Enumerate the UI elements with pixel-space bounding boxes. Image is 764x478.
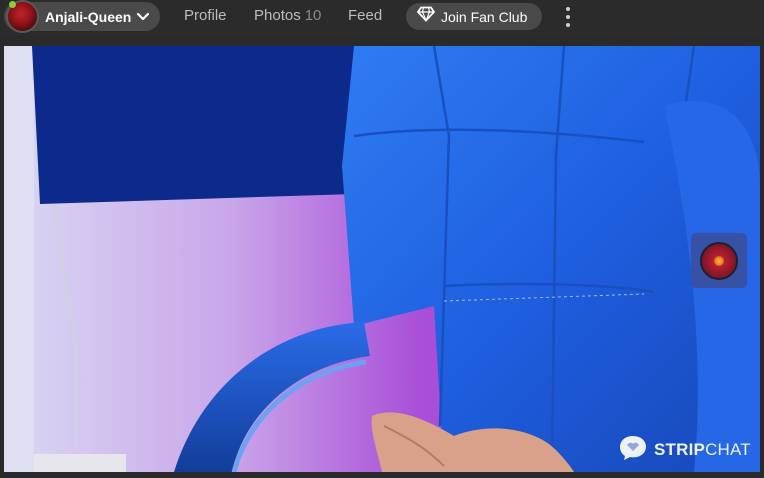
join-fan-club-button[interactable]: Join Fan Club — [406, 3, 542, 30]
fortune-wheel-icon — [700, 241, 738, 280]
video-frame — [4, 46, 760, 472]
chat-bubble-logo-icon — [618, 434, 648, 465]
menu-dot — [566, 23, 570, 27]
model-profile-dropdown[interactable]: Anjali-Queen — [4, 0, 160, 33]
avatar[interactable] — [6, 0, 39, 33]
menu-dot — [566, 15, 570, 19]
model-username: Anjali-Queen — [45, 8, 132, 25]
brand-chat: CHAT — [705, 439, 751, 459]
chevron-down-icon — [137, 12, 150, 21]
kebab-menu-icon[interactable] — [561, 7, 575, 27]
join-fan-club-label: Join Fan Club — [441, 8, 528, 25]
live-video-stream[interactable] — [4, 46, 760, 472]
photos-count: 10 — [304, 7, 322, 24]
bottom-strip — [0, 472, 764, 478]
nav-profile-link[interactable]: Profile — [184, 7, 227, 24]
top-bar: Anjali-Queen Profile Photos 10 Feed Join … — [0, 0, 764, 36]
brand-strip: STRIP — [654, 439, 706, 459]
brand-watermark: STRIP CHAT — [618, 434, 751, 465]
diamond-icon — [417, 6, 435, 27]
app-root: Anjali-Queen Profile Photos 10 Feed Join … — [0, 0, 764, 478]
fortune-wheel-button[interactable] — [691, 233, 747, 288]
nav-photos-label: Photos — [254, 7, 301, 24]
nav-feed-link[interactable]: Feed — [348, 7, 382, 24]
online-status-dot — [9, 1, 16, 8]
menu-dot — [566, 7, 570, 11]
nav-photos-link[interactable]: Photos 10 — [254, 7, 321, 24]
